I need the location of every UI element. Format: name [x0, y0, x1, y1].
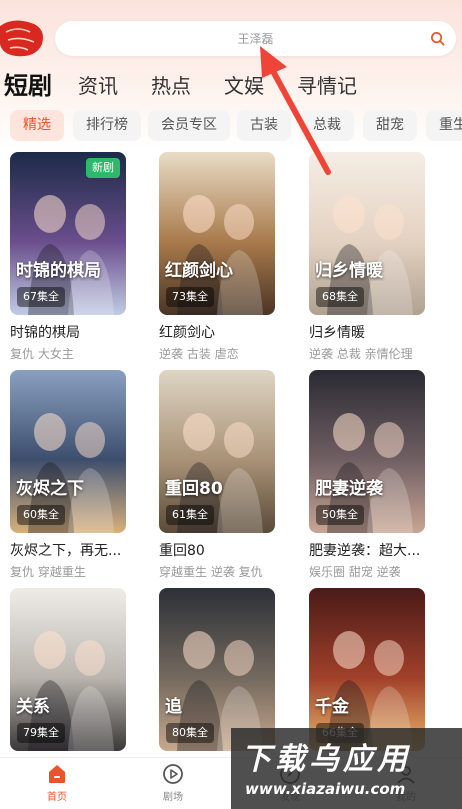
tab-news[interactable]: 资讯 [78, 70, 118, 99]
poster-title-text: 红颜剑心 [165, 261, 233, 281]
episode-count: 60集全 [17, 505, 65, 525]
drama-title[interactable]: 归乡情暖 [309, 322, 425, 342]
drama-title[interactable]: 重回80 [159, 540, 275, 560]
drama-poster[interactable]: 追 80集全 [159, 588, 275, 751]
chip-vip[interactable]: 会员专区 [148, 110, 230, 141]
poster-title-text: 重回80 [165, 479, 223, 499]
drama-tags: 复仇 穿越重生 [10, 565, 86, 579]
drama-tags: 逆袭 总裁 亲情伦理 [309, 347, 413, 361]
drama-title[interactable]: 肥妻逆袭：超大... [309, 540, 425, 560]
chip-sweet[interactable]: 甜宠 [363, 110, 417, 141]
episode-count: 50集全 [316, 505, 364, 525]
drama-card[interactable]: 关系 79集全 [10, 588, 126, 751]
drama-title[interactable]: 灰烬之下，再无... [10, 540, 126, 560]
category-chips: 精选 排行榜 会员专区 古装 总裁 甜宠 重生 [0, 110, 462, 142]
poster-title-text: 关系 [16, 697, 50, 717]
drama-card[interactable]: 灰烬之下 60集全灰烬之下，再无... 复仇 穿越重生 [10, 370, 126, 580]
drama-tags: 复仇 大女主 [10, 347, 74, 361]
drama-poster[interactable]: 红颜剑心 73集全 [159, 152, 275, 315]
episode-count: 68集全 [316, 287, 364, 307]
chip-ranking[interactable]: 排行榜 [73, 110, 141, 141]
poster-title-text: 归乡情暖 [315, 261, 383, 281]
drama-poster[interactable]: 时锦的棋局 新剧 67集全 [10, 152, 126, 315]
drama-card[interactable]: 红颜剑心 73集全 红颜剑心 逆袭 古装 虐恋 [159, 152, 275, 362]
watermark-url: www.xiazaiwu.com [245, 780, 406, 798]
search-icon[interactable] [430, 31, 445, 46]
home-icon [49, 765, 65, 783]
drama-title[interactable]: 时锦的棋局 [10, 322, 126, 342]
chip-featured[interactable]: 精选 [10, 110, 64, 141]
drama-poster[interactable]: 关系 79集全 [10, 588, 126, 751]
drama-tags: 逆袭 古装 虐恋 [159, 347, 239, 361]
nav-theater-label: 剧场 [163, 792, 183, 803]
drama-title[interactable]: 红颜剑心 [159, 322, 275, 342]
tab-romance-search[interactable]: 寻情记 [297, 70, 357, 99]
poster-title-text: 千金 [315, 697, 349, 717]
tab-short-drama[interactable]: 短剧 [4, 66, 52, 101]
episode-count: 67集全 [17, 287, 65, 307]
drama-poster[interactable]: 灰烬之下 60集全 [10, 370, 126, 533]
drama-card[interactable]: 归乡情暖 68集全 归乡情暖 逆袭 总裁 亲情伦理 [309, 152, 425, 362]
search-bar[interactable]: 王泽磊 [55, 21, 456, 56]
episode-count: 73集全 [166, 287, 214, 307]
episode-count: 79集全 [17, 723, 65, 743]
episode-count: 61集全 [166, 505, 214, 525]
nav-home[interactable]: 首页 [27, 762, 87, 803]
episode-count: 80集全 [166, 723, 214, 743]
nav-theater[interactable]: 剧场 [143, 762, 203, 803]
watermark-title: 下载乌应用 [241, 742, 411, 777]
drama-poster[interactable]: 肥妻逆袭 50集全 [309, 370, 425, 533]
drama-card[interactable]: 追 80集全 [159, 588, 275, 751]
chip-costume[interactable]: 古装 [237, 110, 291, 141]
watermark: 下载乌应用 www.xiazaiwu.com [231, 728, 462, 809]
drama-tags: 穿越重生 逆袭 复仇 [159, 565, 263, 579]
app-screen: 王泽磊 短剧 资讯 热点 文娱 寻情记 精选 排行榜 会员专区 古装 总裁 甜宠… [0, 0, 462, 809]
chip-ceo[interactable]: 总裁 [300, 110, 354, 141]
drama-card[interactable]: 时锦的棋局 新剧 67集全 时锦的棋局 复仇 大女主 [10, 152, 126, 362]
poster-title-text: 肥妻逆袭 [315, 479, 383, 499]
poster-title-text: 追 [165, 697, 182, 717]
drama-tags: 娱乐圈 甜宠 逆袭 [309, 565, 401, 579]
poster-title-text: 时锦的棋局 [16, 261, 101, 281]
search-placeholder: 王泽磊 [237, 32, 274, 46]
theater-icon [163, 764, 183, 784]
tab-hot[interactable]: 热点 [151, 70, 191, 99]
drama-poster[interactable]: 归乡情暖 68集全 [309, 152, 425, 315]
chip-rebirth[interactable]: 重生 [426, 110, 462, 141]
app-logo-icon [0, 20, 43, 57]
tab-entertainment[interactable]: 文娱 [224, 70, 264, 99]
drama-poster[interactable]: 千金66集全 [309, 588, 425, 751]
nav-home-label: 首页 [47, 792, 67, 803]
new-badge: 新剧 [86, 158, 120, 178]
drama-card[interactable]: 千金66集全 [309, 588, 425, 751]
drama-card[interactable]: 肥妻逆袭 50集全肥妻逆袭：超大... 娱乐圈 甜宠 逆袭 [309, 370, 425, 580]
poster-title-text: 灰烬之下 [16, 479, 84, 499]
top-tabs: 短剧 资讯 热点 文娱 寻情记 [0, 66, 462, 102]
drama-poster[interactable]: 重回80 61集全 [159, 370, 275, 533]
drama-card[interactable]: 重回80 61集全 重回80 穿越重生 逆袭 复仇 [159, 370, 275, 580]
